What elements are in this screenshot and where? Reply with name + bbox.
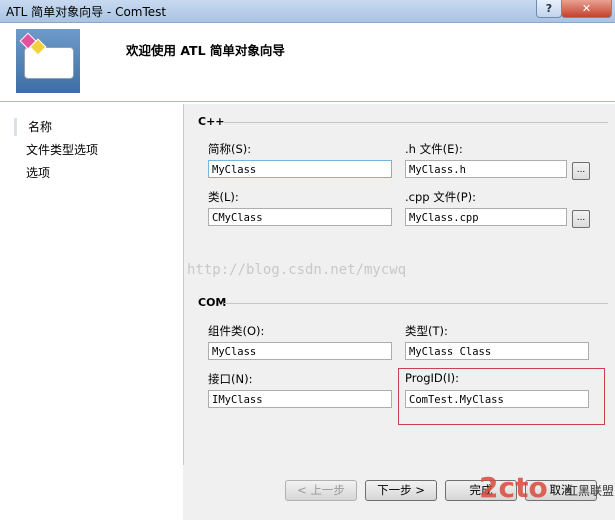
cpp-file-browse-button[interactable]: ... bbox=[572, 210, 590, 228]
nav-selection-indicator bbox=[14, 118, 17, 136]
blog-watermark: http://blog.csdn.net/mycwq bbox=[187, 262, 407, 278]
next-button[interactable]: 下一步 > bbox=[365, 480, 437, 501]
interface-label: 接口(N): bbox=[208, 372, 253, 386]
type-label: 类型(T): bbox=[405, 324, 448, 338]
nav-item-options[interactable]: 选项 bbox=[26, 164, 50, 181]
cpp-section-title: C++ bbox=[198, 115, 225, 128]
com-section-title: COM bbox=[198, 296, 227, 309]
h-file-input[interactable]: MyClass.h bbox=[405, 160, 567, 178]
coclass-input[interactable]: MyClass bbox=[208, 342, 392, 360]
cpp-file-label: .cpp 文件(P): bbox=[405, 190, 477, 204]
cpp-section-divider bbox=[224, 122, 608, 123]
short-name-input[interactable]: MyClass bbox=[208, 160, 392, 178]
h-file-label: .h 文件(E): bbox=[405, 142, 463, 156]
cpp-file-input[interactable]: MyClass.cpp bbox=[405, 208, 567, 226]
h-file-browse-button[interactable]: ... bbox=[572, 162, 590, 180]
title-bar: ATL 简单对象向导 - ComTest ? ✕ bbox=[0, 0, 615, 23]
close-button[interactable]: ✕ bbox=[561, 0, 612, 18]
wizard-header: 欢迎使用 ATL 简单对象向导 bbox=[0, 23, 615, 102]
site-logo-subtitle: 红黑联盟 bbox=[566, 484, 615, 498]
site-logo-watermark: 2cto bbox=[479, 471, 548, 504]
back-button[interactable]: < 上一步 bbox=[285, 480, 357, 501]
window-title: ATL 简单对象向导 - ComTest bbox=[6, 5, 167, 19]
com-section-divider bbox=[224, 303, 608, 304]
class-label: 类(L): bbox=[208, 190, 239, 204]
type-input[interactable]: MyClass Class bbox=[405, 342, 589, 360]
nav-item-name[interactable]: 名称 bbox=[28, 118, 52, 135]
interface-input[interactable]: IMyClass bbox=[208, 390, 392, 408]
progid-highlight-box bbox=[398, 368, 605, 425]
short-name-label: 简称(S): bbox=[208, 142, 252, 156]
nav-item-file-type-options[interactable]: 文件类型选项 bbox=[26, 141, 98, 158]
class-input[interactable]: CMyClass bbox=[208, 208, 392, 226]
header-title: 欢迎使用 ATL 简单对象向导 bbox=[126, 43, 285, 58]
help-button[interactable]: ? bbox=[536, 0, 562, 18]
wizard-nav: 名称 文件类型选项 选项 bbox=[4, 104, 180, 520]
wizard-icon bbox=[16, 29, 80, 93]
coclass-label: 组件类(O): bbox=[208, 324, 265, 338]
